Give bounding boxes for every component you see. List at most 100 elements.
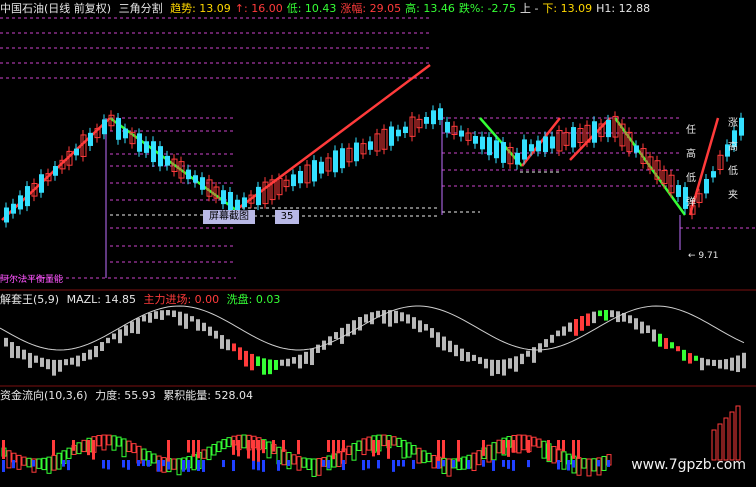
panel2-bar: [166, 310, 170, 316]
panel3-box: [491, 442, 497, 461]
panel2-bar: [394, 310, 398, 324]
panel3-box: [291, 454, 297, 465]
panel3-red: [297, 440, 300, 455]
candle-body: [144, 141, 149, 153]
panel3-blue: [162, 460, 165, 467]
panel3-blue: [597, 460, 600, 467]
panel3-box: [306, 458, 312, 471]
panel2-bar: [94, 346, 98, 358]
panel3-box: [381, 434, 387, 447]
candle-body: [123, 128, 128, 139]
price-label-value: 9.71: [698, 251, 719, 261]
panel3-box: [21, 456, 27, 466]
panel2-bar: [466, 352, 470, 362]
candle-body: [200, 177, 205, 190]
panel2-bar: [544, 339, 548, 348]
candle-body: [312, 160, 317, 182]
panel2-bar: [226, 339, 230, 351]
panel3-box: [426, 452, 432, 463]
panel3-box: [201, 449, 207, 459]
candle-body: [319, 161, 324, 174]
panel3-red: [272, 440, 275, 452]
panel3-blue: [32, 460, 35, 467]
vtag-r2: 高: [728, 142, 738, 153]
panel2-bar: [190, 316, 194, 322]
candle-body: [25, 186, 30, 207]
candle-body: [592, 121, 597, 143]
candle-body: [158, 146, 163, 167]
panel2-bar: [130, 321, 134, 334]
panel3-box: [446, 458, 452, 477]
panel3-blue: [2, 460, 5, 472]
panel3-box: [81, 439, 87, 453]
candle-body: [228, 191, 233, 212]
vtag-3: 低: [686, 173, 696, 184]
panel2-bar: [208, 326, 212, 336]
panel2-bar: [196, 319, 200, 331]
panel3-red: [332, 440, 335, 460]
panel2-bar: [580, 315, 584, 331]
panel2-bar: [574, 319, 578, 336]
panel3-red: [52, 440, 55, 456]
panel3-blue: [202, 460, 205, 472]
panel3-red: [247, 440, 250, 459]
panel2-bar: [406, 314, 410, 324]
panel2-bar: [742, 352, 746, 369]
panel2-bar: [268, 359, 272, 375]
panel3-box: [551, 445, 557, 464]
candle-body: [711, 171, 716, 178]
vtag-4: 弹: [686, 197, 696, 208]
candle-body: [221, 190, 226, 205]
candle-body: [11, 203, 16, 214]
panel3-box: [336, 451, 342, 467]
panel2-bar: [82, 352, 86, 361]
candle-body: [501, 142, 506, 163]
panel3-blue: [402, 460, 405, 467]
candle-body: [4, 207, 9, 223]
panel3-box: [476, 450, 482, 466]
panel3-blue: [567, 460, 570, 471]
panel3-box: [311, 458, 317, 477]
panel2-bar: [724, 359, 728, 370]
panel3-box: [486, 444, 492, 463]
candle-body: [704, 178, 709, 194]
panel3-box: [586, 458, 592, 477]
panel3-red: [557, 440, 560, 451]
panel2-bar: [178, 311, 182, 326]
panel3-red: [72, 440, 75, 451]
panel2-bar: [334, 332, 338, 339]
panel2-bar: [352, 320, 356, 335]
candle-body: [676, 185, 681, 197]
panel3-blue: [492, 460, 495, 471]
panel3-box: [171, 458, 177, 470]
panel3-red: [342, 440, 345, 453]
panel3-box: [581, 458, 587, 469]
panel3-blue: [527, 460, 530, 468]
panel2-bar: [214, 330, 218, 339]
panel2-bar: [610, 310, 614, 318]
panel2-bar: [736, 355, 740, 373]
chart-canvas: [0, 17, 756, 477]
panel3-red: [482, 440, 485, 456]
panel3-box: [361, 438, 367, 456]
panel2-bar: [310, 348, 314, 366]
price-label: ← 9.71: [688, 251, 719, 261]
candle-body: [88, 132, 93, 146]
panel3-blue: [137, 460, 140, 467]
panel3-red: [327, 440, 330, 453]
panel3-blue: [512, 460, 515, 471]
panel2-bar: [658, 333, 662, 347]
panel2-bar: [34, 355, 38, 363]
candle-body: [186, 169, 191, 180]
panel3-red: [192, 440, 195, 457]
panel3-strength: 力度: 55.93: [95, 389, 156, 402]
panel3-blue: [322, 460, 325, 467]
screenshot-button[interactable]: 屏幕截图: [203, 210, 255, 224]
candle-body: [606, 119, 611, 138]
panel2-bar: [418, 320, 422, 333]
panel3-right-box: [729, 411, 735, 461]
panel3-box: [266, 441, 272, 459]
panel3-red: [2, 440, 5, 460]
panel3-box: [356, 440, 362, 451]
panel2-title: 解套王(5,9): [0, 293, 60, 306]
